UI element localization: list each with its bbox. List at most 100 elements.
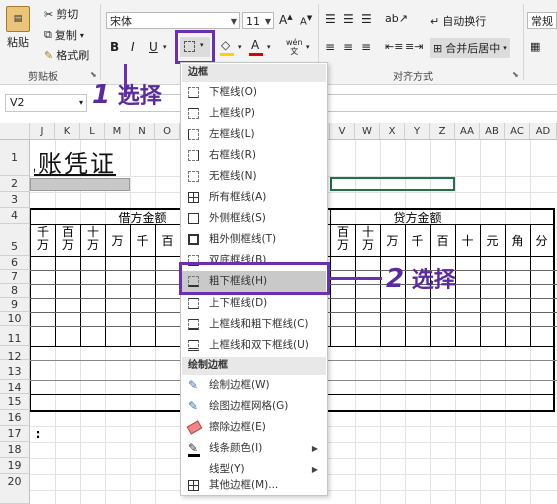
merged-cell[interactable] bbox=[30, 178, 130, 191]
menu-item-top-border[interactable]: 上框线(P) bbox=[182, 103, 326, 124]
column-header[interactable]: L bbox=[80, 123, 105, 140]
format-painter-button[interactable]: ✎ 格式刷 bbox=[44, 47, 89, 63]
menu-item-bottom-border[interactable]: 下框线(O) bbox=[182, 82, 326, 103]
corner-select-all[interactable] bbox=[0, 123, 30, 140]
menu-item-top-bottom-border[interactable]: 上下框线(D) bbox=[182, 293, 326, 314]
phonetic-button[interactable]: wén 文 bbox=[286, 38, 303, 56]
fill-color-icon[interactable]: ◇ bbox=[221, 38, 230, 52]
credit-header: 贷方金额 bbox=[393, 211, 442, 225]
column-header[interactable]: X bbox=[380, 123, 405, 140]
table-border bbox=[30, 208, 31, 412]
row-header[interactable]: 1 bbox=[0, 140, 30, 176]
column-header[interactable]: V bbox=[330, 123, 355, 140]
menu-item-top-thick-bottom-border[interactable]: 上框线和粗下框线(C) bbox=[182, 314, 326, 335]
chevron-down-icon: ▼ bbox=[230, 17, 237, 26]
menu-item-all-borders[interactable]: 所有框线(A) bbox=[182, 187, 326, 208]
cut-button[interactable]: ✂ 剪切 bbox=[44, 6, 78, 22]
row-header[interactable]: 14 bbox=[0, 380, 30, 394]
column-header[interactable]: AC bbox=[505, 123, 530, 140]
copy-button[interactable]: ⧉ 复制 ▾ bbox=[44, 27, 84, 43]
row-header[interactable]: 8 bbox=[0, 284, 30, 298]
copy-label: 复制 bbox=[54, 29, 77, 42]
row-header[interactable]: 9 bbox=[0, 298, 30, 312]
middle-align-icon[interactable]: ☰ bbox=[343, 12, 354, 26]
row-header[interactable]: 17 bbox=[0, 426, 30, 442]
row-header[interactable]: 16 bbox=[0, 410, 30, 426]
font-size-combo[interactable]: 11 ▼ bbox=[242, 12, 274, 29]
debit-unit: 千 bbox=[136, 234, 149, 248]
top-align-icon[interactable]: ☰ bbox=[325, 12, 336, 26]
column-header[interactable]: Y bbox=[405, 123, 430, 140]
menu-item-right-border[interactable]: 右框线(R) bbox=[182, 145, 326, 166]
dialog-launcher-icon[interactable]: ⬊ bbox=[512, 70, 519, 79]
column-header[interactable]: AB bbox=[480, 123, 505, 140]
row-header[interactable]: 3 bbox=[0, 192, 30, 208]
chevron-down-icon[interactable]: ▾ bbox=[163, 43, 167, 51]
align-right-icon[interactable]: ≡ bbox=[361, 40, 371, 54]
debit-unit: 百 bbox=[161, 234, 174, 248]
menu-item-more-borders[interactable]: 其他边框(M)... bbox=[182, 475, 326, 496]
row-header[interactable]: 4 bbox=[0, 208, 30, 224]
decrease-indent-icon[interactable]: ⇤≡ bbox=[385, 40, 403, 53]
font-name-combo[interactable]: 宋体 ▼ bbox=[106, 12, 240, 29]
increase-font-icon[interactable]: A▲ bbox=[279, 13, 293, 27]
column-header[interactable]: N bbox=[130, 123, 155, 140]
column-header[interactable]: Z bbox=[430, 123, 455, 140]
column-header[interactable]: AD bbox=[530, 123, 557, 140]
credit-unit: 角 bbox=[511, 234, 524, 248]
bottom-align-icon[interactable]: ☰ bbox=[361, 12, 372, 26]
chevron-down-icon: ▾ bbox=[78, 98, 83, 107]
align-left-icon[interactable]: ≡ bbox=[325, 40, 335, 54]
credit-unit: 分 bbox=[535, 234, 548, 248]
underline-button[interactable]: U bbox=[149, 40, 158, 54]
menu-item-label: 上框线和粗下框线(C) bbox=[209, 318, 309, 330]
chevron-down-icon[interactable]: ▾ bbox=[267, 43, 271, 51]
italic-button[interactable]: I bbox=[131, 40, 135, 54]
row-header[interactable]: 20 bbox=[0, 474, 30, 504]
chevron-down-icon[interactable]: ▾ bbox=[238, 43, 242, 51]
number-format-combo[interactable]: 常规 bbox=[527, 12, 557, 29]
menu-item-draw-border[interactable]: ✎ 绘制边框(W) bbox=[182, 375, 326, 396]
menu-item-draw-border-grid[interactable]: ✎ 绘图边框网格(G) bbox=[182, 396, 326, 417]
menu-item-left-border[interactable]: 左框线(L) bbox=[182, 124, 326, 145]
row-header[interactable]: 19 bbox=[0, 458, 30, 474]
increase-indent-icon[interactable]: ≡⇥ bbox=[405, 40, 423, 53]
menu-item-outside-borders[interactable]: 外侧框线(S) bbox=[182, 208, 326, 229]
column-header[interactable]: M bbox=[105, 123, 130, 140]
row-header[interactable]: 18 bbox=[0, 442, 30, 458]
align-center-icon[interactable]: ≡ bbox=[343, 40, 353, 54]
row-header[interactable]: 12 bbox=[0, 346, 30, 363]
menu-item-thick-outside-borders[interactable]: 粗外侧框线(T) bbox=[182, 229, 326, 250]
chevron-down-icon[interactable]: ▾ bbox=[306, 43, 310, 51]
menu-section-draw: 绘制边框 bbox=[182, 357, 326, 375]
row-header[interactable]: 5 bbox=[0, 224, 30, 256]
column-header[interactable]: K bbox=[55, 123, 80, 140]
row-header[interactable]: 15 bbox=[0, 394, 30, 410]
merge-center-button[interactable]: ⊞ 合并后居中 ▾ bbox=[430, 38, 510, 58]
orientation-icon[interactable]: ab↗ bbox=[385, 12, 408, 25]
menu-item-no-border[interactable]: 无框线(N) bbox=[182, 166, 326, 187]
row-header[interactable]: 7 bbox=[0, 270, 30, 284]
menu-item-top-double-bottom-border[interactable]: 上框线和双下框线(U) bbox=[182, 335, 326, 356]
column-header[interactable]: J bbox=[30, 123, 55, 140]
decrease-font-icon[interactable]: A▼ bbox=[300, 14, 312, 27]
font-color-icon[interactable]: A bbox=[251, 38, 259, 52]
menu-item-line-color[interactable]: ✎ 线条颜色(I) ▶ bbox=[182, 438, 326, 459]
column-header[interactable]: W bbox=[355, 123, 380, 140]
row-header[interactable]: 6 bbox=[0, 256, 30, 270]
scissors-icon: ✂ bbox=[44, 7, 54, 21]
row-header[interactable]: 11 bbox=[0, 326, 30, 346]
table-border bbox=[80, 224, 81, 346]
name-box[interactable]: V2 ▾ bbox=[5, 94, 87, 112]
selected-cell[interactable] bbox=[330, 177, 455, 191]
currency-icon[interactable]: ▦ bbox=[530, 40, 540, 53]
column-header[interactable]: AA bbox=[455, 123, 480, 140]
row-header[interactable]: 13 bbox=[0, 360, 30, 380]
bold-button[interactable]: B bbox=[110, 40, 119, 54]
row-header[interactable]: 2 bbox=[0, 176, 30, 192]
menu-item-erase-border[interactable]: 擦除边框(E) bbox=[182, 417, 326, 438]
wrap-text-button[interactable]: ↵ 自动换行 bbox=[430, 13, 486, 29]
column-header[interactable]: O bbox=[155, 123, 180, 140]
row-header[interactable]: 10 bbox=[0, 312, 30, 326]
paste-button[interactable]: ▤ 粘贴 bbox=[6, 6, 30, 50]
